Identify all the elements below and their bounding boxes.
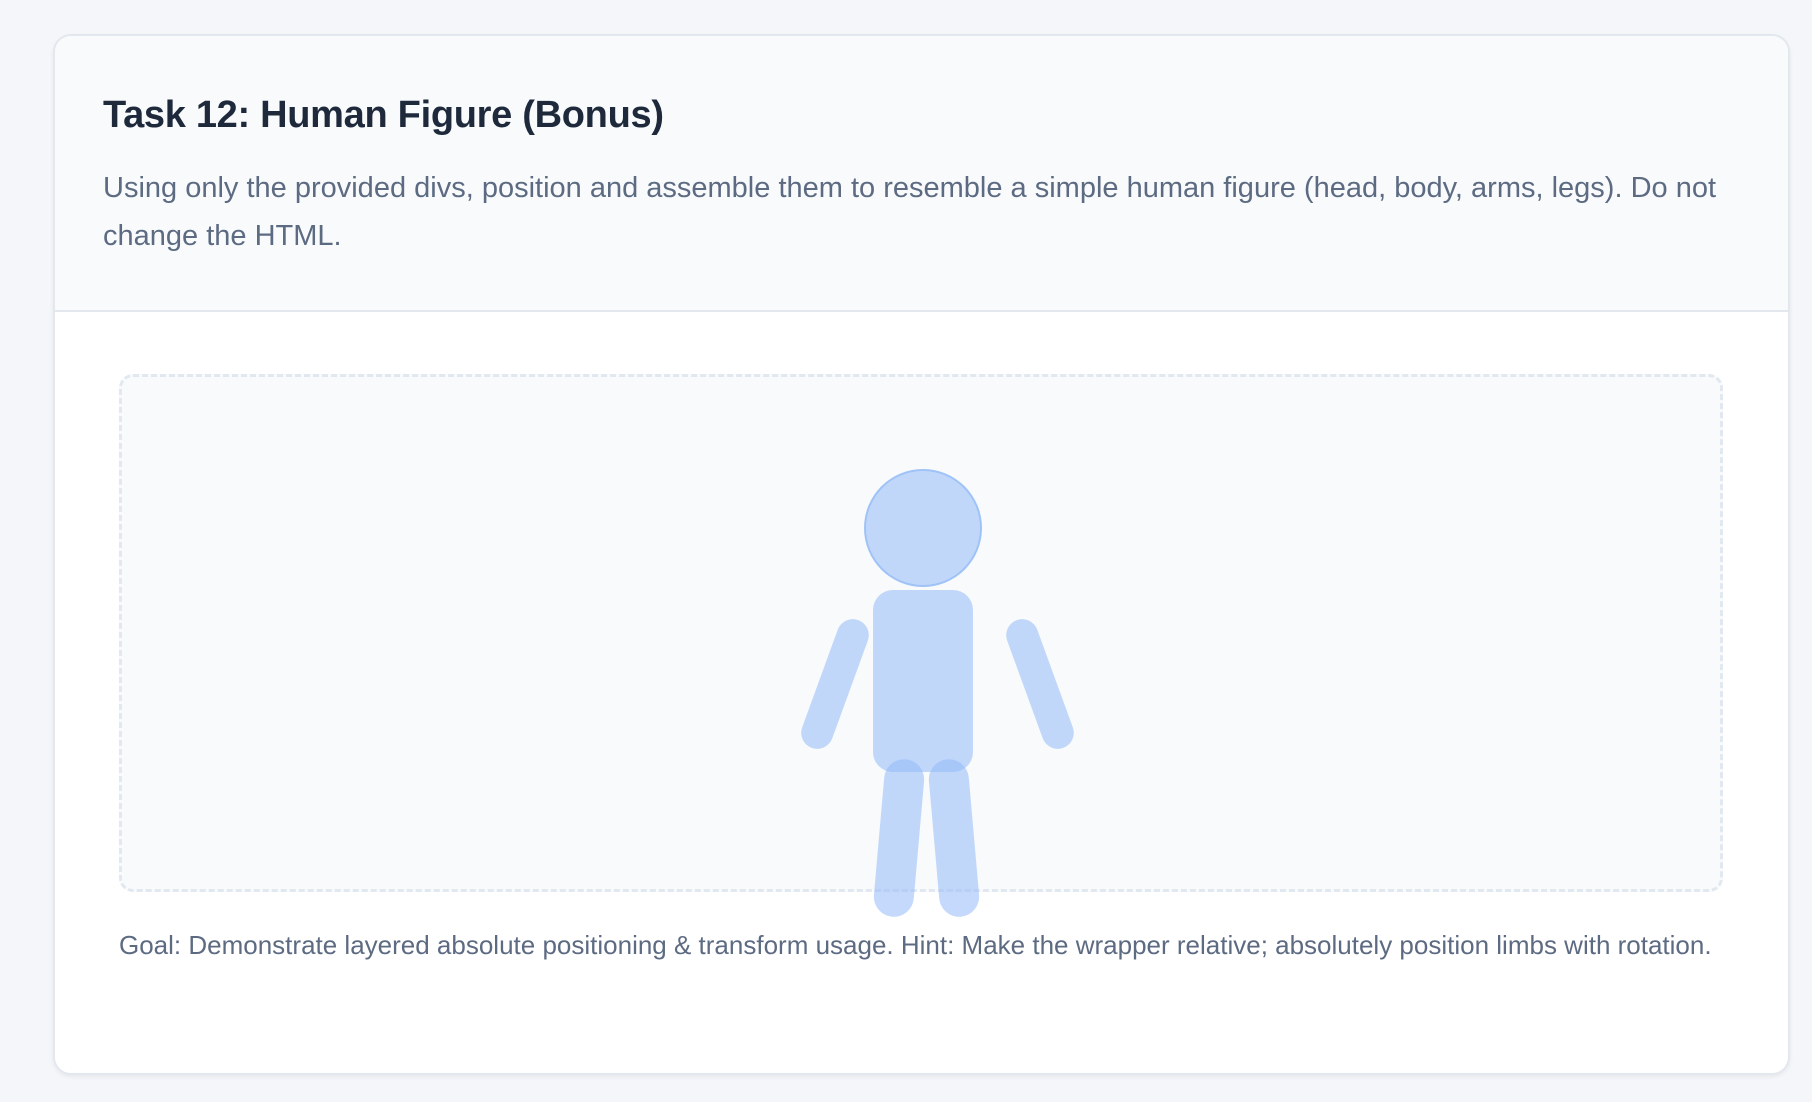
figure-torso (873, 590, 973, 772)
goal-hint-text: Goal: Demonstrate layered absolute posit… (119, 930, 1712, 960)
task-title: Task 12: Human Figure (Bonus) (103, 94, 664, 136)
figure-wrapper (122, 377, 1720, 919)
figure-left-leg (872, 757, 926, 919)
card-header: Task 12: Human Figure (Bonus) Using only… (55, 36, 1788, 312)
figure-head (864, 469, 982, 587)
task-description: Using only the provided divs, position a… (103, 172, 1717, 252)
figure-right-leg (927, 757, 981, 919)
figure-right-arm (1001, 614, 1079, 754)
figure-canvas (119, 374, 1723, 919)
figure-left-arm (796, 614, 874, 754)
task-card: Task 12: Human Figure (Bonus) Using only… (53, 34, 1790, 1075)
